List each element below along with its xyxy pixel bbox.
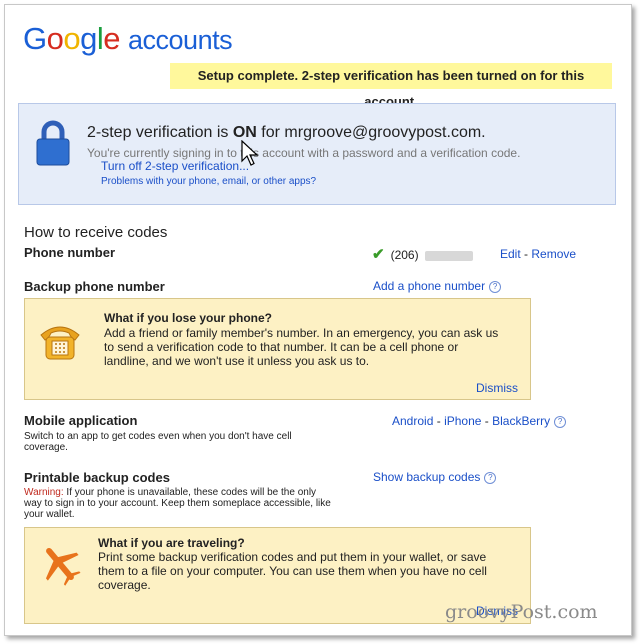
status-title-prefix: 2-step verification is [87,124,233,141]
warning-text: way to sign in to your account. Keep the… [24,498,331,509]
phone-number-value: ✔ (206) [372,245,473,263]
backup-phone-label: Backup phone number [24,279,165,294]
warning-text: your wallet. [24,509,75,520]
verification-status-box: 2-step verification is ON for mrgroove@g… [18,103,616,205]
page-frame: Google accounts Setup complete. 2-step ve… [4,4,632,636]
separator: - [484,414,489,428]
tip-line: Print some backup verification codes and… [98,550,487,564]
tip-line: them to a file on your computer. You can… [98,564,487,578]
mouse-cursor-icon [241,140,259,166]
remove-phone-link[interactable]: Remove [531,247,576,261]
obscured-number [424,250,473,261]
tip-line: coverage. [98,578,151,592]
backup-codes-label: Printable backup codes [24,470,170,485]
mobile-app-desc: Switch to an app to get codes even when … [24,431,292,442]
dismiss-lost-phone-tip[interactable]: Dismiss [476,381,518,395]
logo-letter: G [23,21,47,56]
tip-line: Add a friend or family member's number. … [104,326,499,340]
receive-codes-heading: How to receive codes [24,224,168,241]
logo-letter: o [63,21,81,56]
tip-line: to send a verification code to that numb… [104,340,459,354]
warning-text: If your phone is unavailable, these code… [63,487,317,498]
help-icon[interactable]: ? [484,471,497,484]
telephone-icon [40,326,80,360]
watermark: groovyPost.com [445,601,598,623]
help-icon[interactable]: ? [554,415,567,428]
edit-phone-link[interactable]: Edit [500,247,521,261]
separator: - [524,247,529,261]
show-backup-codes-link[interactable]: Show backup codes? [373,470,497,484]
mobile-app-desc: coverage. [24,442,68,453]
checkmark-icon: ✔ [372,246,385,263]
tip-title: What if you lose your phone? [104,311,272,325]
backup-codes-warning: Warning: If your phone is unavailable, t… [24,487,316,498]
logo-letter: g [80,21,97,56]
airplane-icon [45,547,81,586]
google-accounts-logo[interactable]: Google accounts [23,21,233,57]
status-subtitle: You're currently signing in to this acco… [87,146,521,160]
mobile-app-label: Mobile application [24,413,138,428]
help-icon[interactable]: ? [489,280,502,293]
blackberry-link[interactable]: BlackBerry [492,414,550,428]
setup-complete-banner: Setup complete. 2-step verification has … [170,63,612,109]
status-title: 2-step verification is ON for mrgroove@g… [87,124,486,142]
add-phone-number-label: Add a phone number [373,279,486,293]
lock-icon [36,120,70,166]
separator: - [436,414,441,428]
logo-letter: o [46,21,64,56]
logo-letter: e [103,21,121,56]
lost-phone-tip: What if you lose your phone? Add a frien… [24,298,531,400]
turn-off-link[interactable]: Turn off 2-step verification... [101,159,249,173]
show-backup-codes-label: Show backup codes [373,470,481,484]
android-link[interactable]: Android [392,414,433,428]
problems-link[interactable]: Problems with your phone, email, or othe… [101,176,316,187]
add-phone-number-link[interactable]: Add a phone number? [373,279,502,293]
warning-label: Warning: [24,487,64,498]
iphone-link[interactable]: iPhone [444,414,481,428]
status-title-suffix: for mrgroove@groovypost.com. [256,124,486,141]
status-on-text: ON [232,124,257,141]
logo-product: accounts [128,25,233,55]
phone-number-label: Phone number [24,245,116,260]
phone-number-prefix: (206) [390,248,419,262]
mobile-app-links: Android - iPhone - BlackBerry? [392,414,567,428]
tip-line: landline, and we won't use it unless you… [104,354,370,368]
phone-actions: Edit - Remove [500,247,576,261]
tip-title: What if you are traveling? [98,536,245,550]
